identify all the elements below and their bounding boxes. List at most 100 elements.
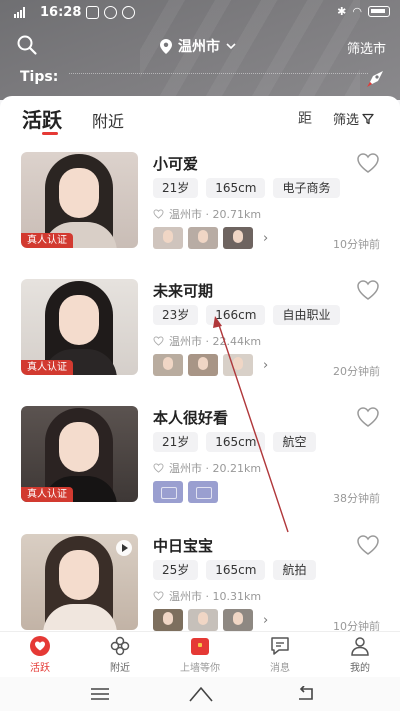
profile-location: 温州市 · 20.21km [153,460,261,476]
photo-thumbnails[interactable]: › [153,609,268,631]
tag-job: 自由职业 [273,305,340,325]
profile-location: 温州市 · 20.71km [153,206,261,222]
gift-icon [191,638,209,655]
active-time: 10分钟前 [333,620,380,631]
photo-thumbnails[interactable]: › [153,227,268,249]
profile-name: 本人很好看 [153,409,229,427]
nav-label: 我的 [350,663,370,674]
nav-label: 消息 [270,663,290,674]
tag-job: 航拍 [273,560,316,580]
profile-card[interactable]: 中日宝宝 25岁 165cm 航拍 温州市 · 10.31km › 10分钟前 [0,534,400,631]
top-header: 16:28 ✱ ◠ 温州市 筛选市 Tips: …………………………………………… [0,0,400,100]
verify-badge: 真人认证 [21,233,73,248]
location-distance: 温州市 · 22.44km [169,335,262,348]
back-icon[interactable] [294,686,316,702]
photo-thumbnails[interactable]: › [153,354,268,376]
thumbnail[interactable] [153,227,183,249]
profile-photo[interactable]: 真人认证 [21,406,138,502]
filter-button[interactable]: 筛选 [333,109,374,128]
filter-city-link[interactable]: 筛选市 [347,38,386,57]
profile-card[interactable]: 真人认证 未来可期 23岁 166cm 自由职业 温州市 · 22.44km ›… [0,279,400,404]
tag-job: 电子商务 [273,178,340,198]
app-notification-icon [104,6,117,19]
image-placeholder-icon[interactable] [188,481,218,503]
profile-tags: 21岁 165cm 航空 [153,432,316,452]
status-icons: ✱ ◠ [337,5,390,18]
menu-icon[interactable] [90,687,110,701]
profile-photo[interactable]: 真人认证 [21,279,138,375]
profile-card[interactable]: 真人认证 小可爱 21岁 165cm 电子商务 温州市 · 20.71km › … [0,152,400,277]
chevron-right-icon[interactable]: › [263,358,268,373]
location-pin-icon [160,38,172,54]
app-notification-icon [86,6,99,19]
profile-photo[interactable]: 真人认证 [21,152,138,248]
status-bar: 16:28 ✱ ◠ [0,0,400,26]
nav-label: 活跃 [30,663,50,674]
tab-indicator [42,132,58,135]
tag-age: 23岁 [153,305,199,325]
sort-distance-button[interactable]: 距 [298,108,312,128]
heart-small-icon [153,209,164,219]
profile-tags: 23岁 166cm 自由职业 [153,305,340,325]
wifi-icon: ◠ [352,5,362,18]
profile-location: 温州市 · 10.31km [153,588,261,604]
location-distance: 温州市 · 10.31km [169,590,262,603]
play-icon[interactable] [116,540,132,556]
nav-label: 附近 [110,663,130,674]
clover-icon [110,636,130,656]
nav-me[interactable]: 我的 [330,635,390,677]
thumbnail[interactable] [188,609,218,631]
tag-age: 21岁 [153,432,199,452]
thumbnail[interactable] [223,354,253,376]
chevron-right-icon[interactable]: › [263,613,268,628]
chevron-right-icon[interactable]: › [263,231,268,246]
tag-height: 165cm [206,432,266,452]
bluetooth-icon: ✱ [337,5,347,18]
filter-label: 筛选 [333,113,360,128]
thumbnail[interactable] [188,227,218,249]
nav-active[interactable]: 活跃 [10,635,70,677]
thumbnail[interactable] [223,227,253,249]
heart-filled-icon [30,636,50,656]
tab-bar: 活跃 附近 距 筛选 [0,96,400,140]
tips-text: …………………………………………………………………………………………………………… [68,69,369,76]
rocket-icon[interactable] [364,68,386,90]
heart-icon[interactable] [356,534,380,556]
nav-messages[interactable]: 消息 [250,635,310,677]
tag-age: 25岁 [153,560,199,580]
verify-badge: 真人认证 [21,360,73,375]
nav-wall[interactable]: 上墙等你 [170,635,230,677]
status-time: 16:28 [40,5,82,20]
battery-icon [368,6,390,17]
tab-active[interactable]: 活跃 [22,104,62,133]
thumbnail[interactable] [153,354,183,376]
location-distance: 温州市 · 20.21km [169,462,262,475]
profile-tags: 21岁 165cm 电子商务 [153,178,340,198]
heart-icon[interactable] [356,152,380,174]
location-distance: 温州市 · 20.71km [169,208,262,221]
tag-job: 航空 [273,432,316,452]
thumbnail[interactable] [188,354,218,376]
nav-label: 上墙等你 [180,663,220,674]
profile-name: 小可爱 [153,155,199,173]
thumbnail[interactable] [223,609,253,631]
search-icon[interactable] [16,34,38,56]
tag-height: 166cm [206,305,266,325]
profile-location: 温州市 · 22.44km [153,333,261,349]
tag-height: 165cm [206,560,266,580]
profile-photo[interactable] [21,534,138,630]
person-icon [351,637,369,656]
heart-icon[interactable] [356,406,380,428]
home-icon[interactable] [188,685,214,703]
heart-small-icon [153,591,164,601]
profile-card[interactable]: 真人认证 本人很好看 21岁 165cm 航空 温州市 · 20.21km 38… [0,406,400,531]
photo-thumbnails[interactable] [153,481,218,503]
thumbnail[interactable] [153,609,183,631]
nav-nearby[interactable]: 附近 [90,635,150,677]
heart-icon[interactable] [356,279,380,301]
image-placeholder-icon[interactable] [153,481,183,503]
tab-nearby[interactable]: 附近 [92,108,124,132]
location-selector[interactable]: 温州市 [160,36,236,56]
content-sheet: 活跃 附近 距 筛选 真人认证 小可爱 21岁 165cm 电子商务 温州市 ·… [0,96,400,631]
app-notification-icon [122,6,135,19]
